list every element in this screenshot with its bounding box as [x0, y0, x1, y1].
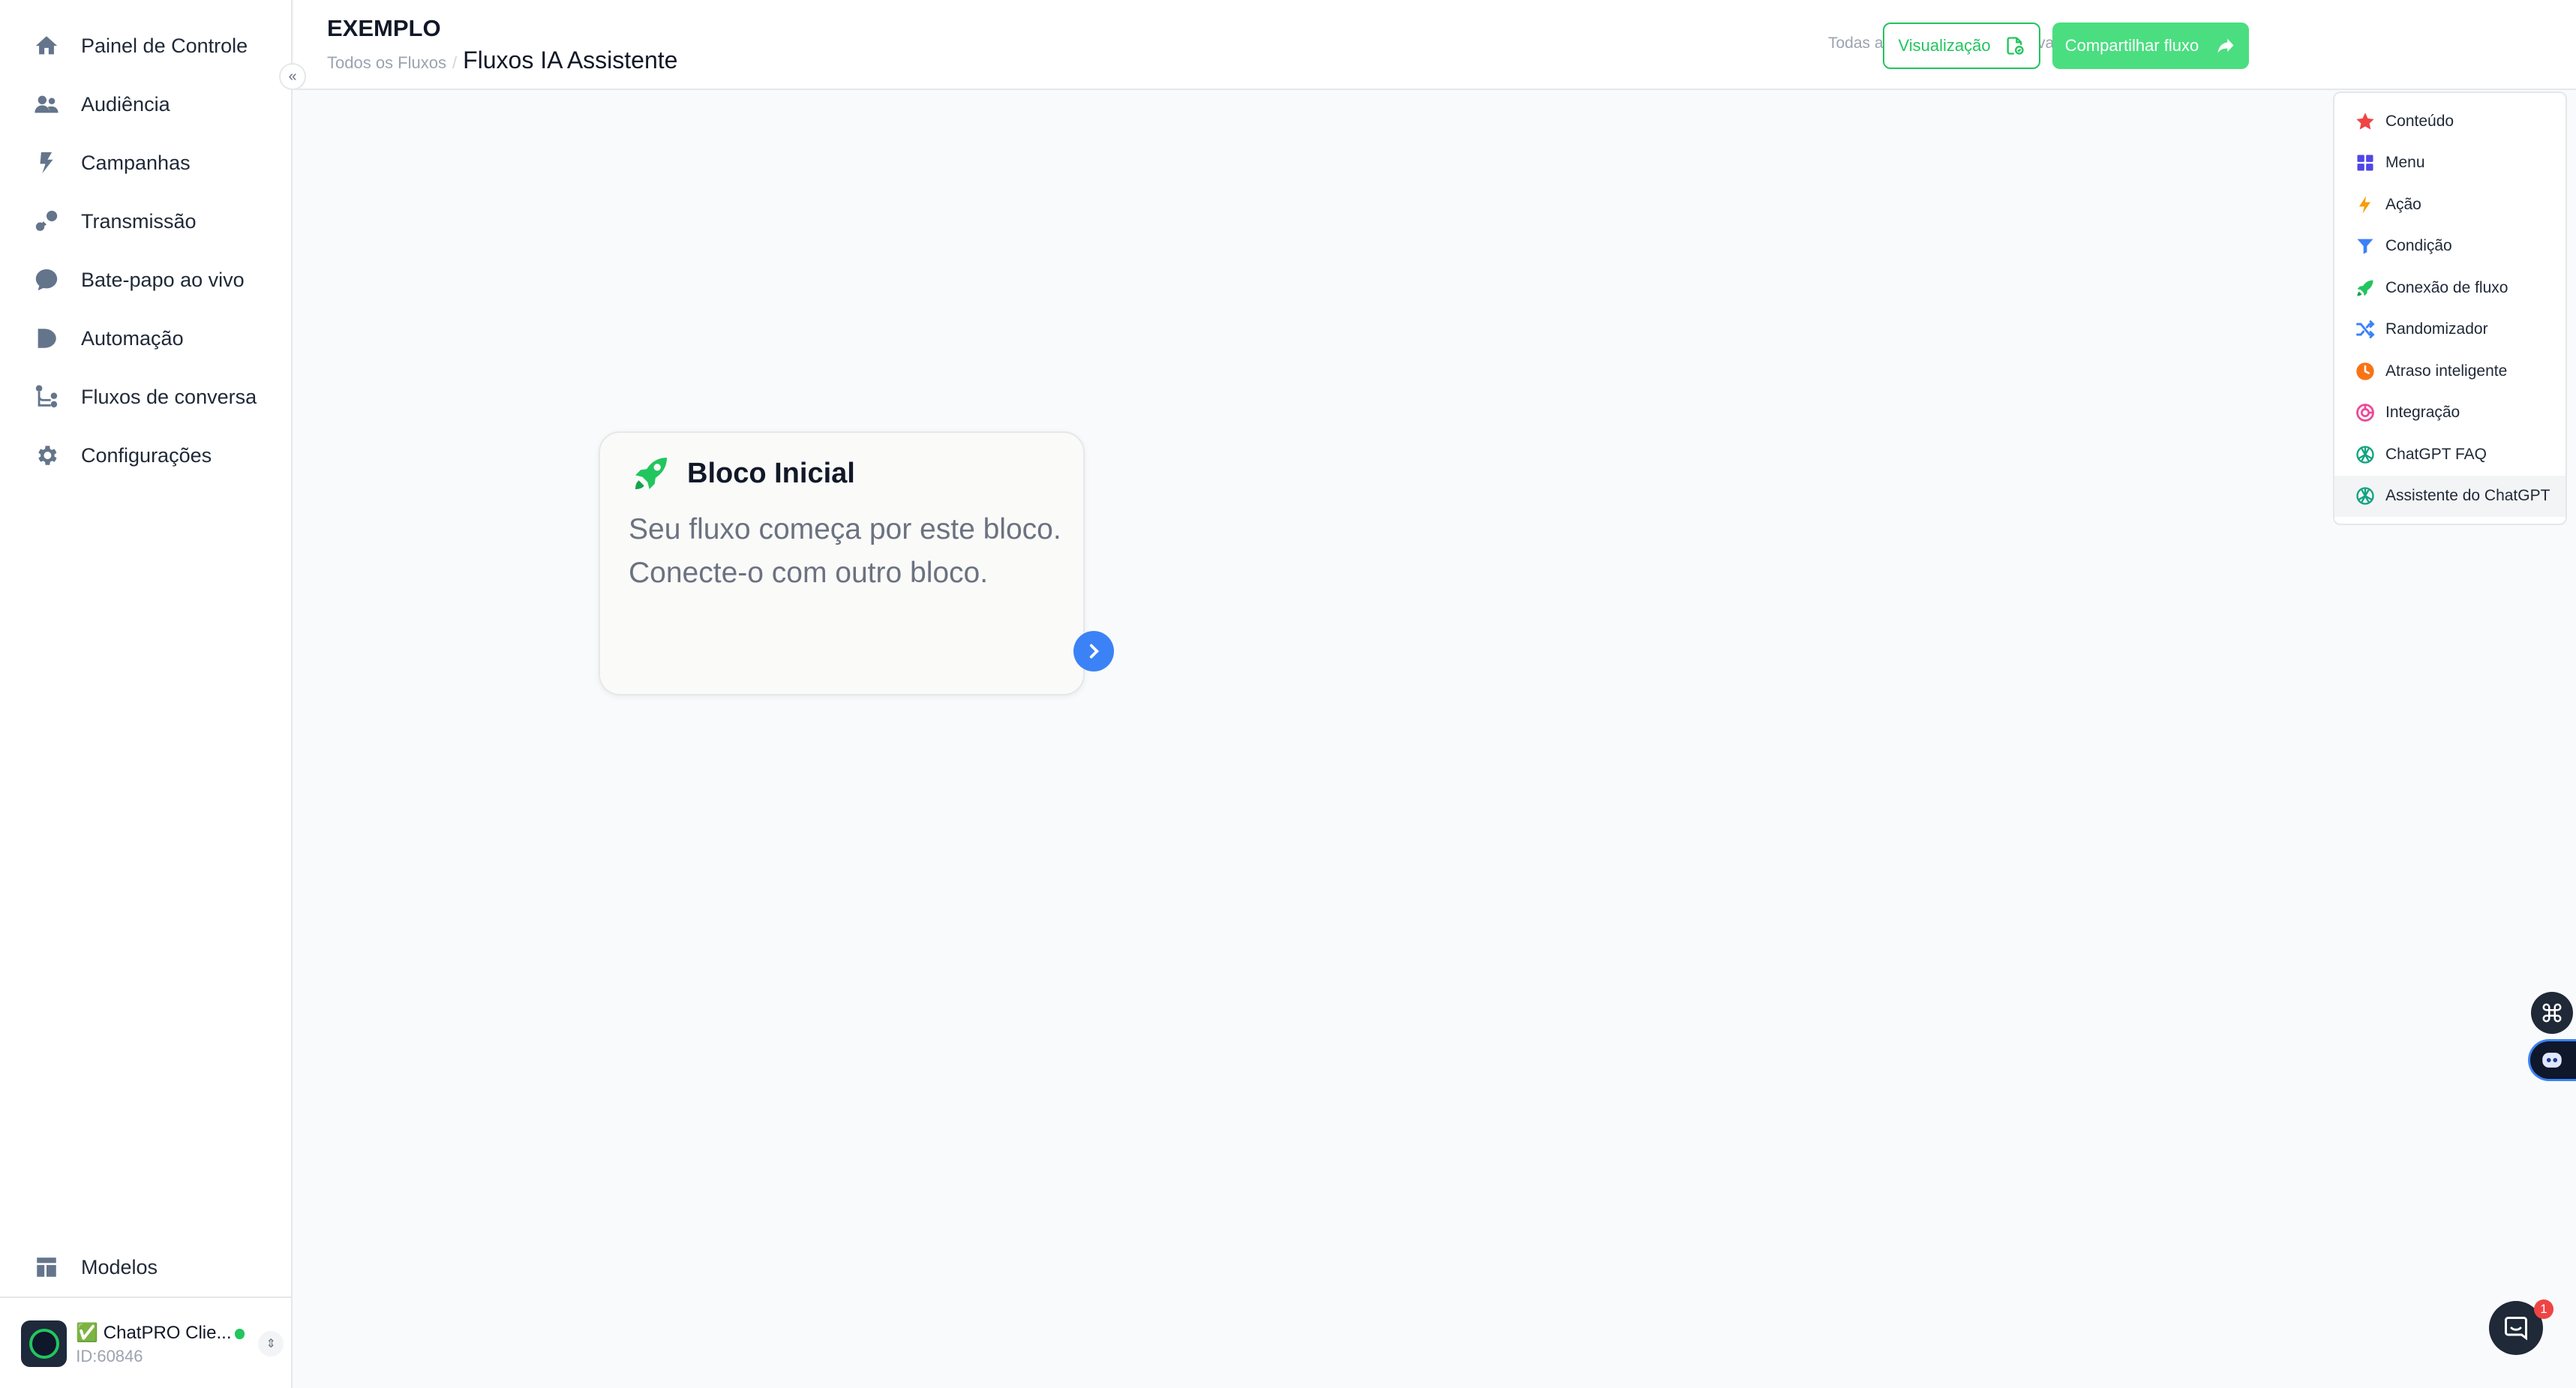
- rocket-icon: [635, 458, 667, 489]
- breadcrumb-link[interactable]: Todos os Fluxos: [327, 53, 446, 73]
- start-block-description: Seu fluxo começa por este bloco. Conecte…: [629, 513, 1061, 589]
- chevron-right-icon: [1089, 644, 1100, 659]
- sidebar-item-fluxos[interactable]: Fluxos de conversa: [0, 368, 293, 426]
- sidebar: Painel de Controle Audiência Campanhas T…: [0, 0, 293, 1388]
- command-widget-button[interactable]: [2531, 992, 2573, 1034]
- notification-badge: 1: [2534, 1299, 2553, 1319]
- flow-canvas[interactable]: [294, 92, 2576, 1388]
- lightning-icon: [2354, 194, 2376, 216]
- breadcrumb: Todos os Fluxos / Fluxos IA Assistente: [327, 47, 677, 74]
- menu-item-label: Conexão de fluxo: [2385, 278, 2508, 296]
- sidebar-item-label: Automação: [81, 326, 184, 350]
- menu-item-atraso-inteligente[interactable]: Atraso inteligente: [2334, 350, 2565, 392]
- star-icon: [2354, 110, 2376, 133]
- account-switcher[interactable]: ✅ ChatPRO Clie... ID:60846 ⇕: [21, 1317, 284, 1370]
- share-flow-button[interactable]: Compartilhar fluxo: [2052, 23, 2249, 69]
- integration-icon: [2354, 401, 2376, 424]
- preview-icon: [2007, 37, 2024, 55]
- menu-item-label: Menu: [2385, 154, 2425, 172]
- sidebar-item-transmissao[interactable]: Transmissão: [0, 192, 293, 251]
- automation-icon: [33, 325, 60, 352]
- openai-icon: [2354, 485, 2376, 507]
- sidebar-item-label: Modelos: [81, 1255, 158, 1278]
- gear-icon: [33, 442, 60, 469]
- breadcrumb-separator: /: [452, 53, 458, 72]
- menu-item-label: Atraso inteligente: [2385, 362, 2508, 380]
- sidebar-item-configuracoes[interactable]: Configurações: [0, 426, 293, 485]
- grid-icon: [2354, 152, 2376, 174]
- block-type-menu: Conteúdo Menu Ação Condição Conexão de f…: [2333, 92, 2567, 525]
- bot-icon: [2542, 1053, 2562, 1068]
- share-button-label: Compartilhar fluxo: [2064, 36, 2199, 55]
- sidebar-item-campanhas[interactable]: Campanhas: [0, 134, 293, 192]
- menu-item-label: Integração: [2385, 404, 2460, 422]
- sidebar-item-label: Campanhas: [81, 151, 191, 174]
- menu-item-label: ChatGPT FAQ: [2385, 445, 2487, 463]
- sidebar-item-audiencia[interactable]: Audiência: [0, 75, 293, 134]
- clock-icon: [2354, 360, 2376, 383]
- broadcast-icon: [33, 208, 60, 235]
- menu-item-conteudo[interactable]: Conteúdo: [2334, 101, 2565, 143]
- menu-item-label: Conteúdo: [2385, 112, 2454, 130]
- chevron-updown-icon[interactable]: ⇕: [258, 1331, 284, 1356]
- command-icon: [2542, 1003, 2562, 1023]
- openai-icon: [2354, 443, 2376, 466]
- menu-item-label: Condição: [2385, 237, 2452, 255]
- chat-icon: [33, 266, 60, 293]
- sidebar-divider: [0, 1296, 293, 1298]
- account-id: ID:60846: [76, 1346, 143, 1365]
- sidebar-item-label: Transmissão: [81, 209, 197, 233]
- filter-icon: [2354, 235, 2376, 257]
- sidebar-item-label: Bate-papo ao vivo: [81, 268, 245, 291]
- menu-item-label: Randomizador: [2385, 320, 2488, 338]
- menu-item-menu[interactable]: Menu: [2334, 143, 2565, 185]
- sidebar-item-label: Audiência: [81, 92, 170, 116]
- preview-button[interactable]: Visualização: [1883, 23, 2040, 69]
- sidebar-item-automacao[interactable]: Automação: [0, 309, 293, 368]
- flow-icon: [33, 383, 60, 410]
- menu-item-assistente-chatgpt[interactable]: Assistente do ChatGPT: [2334, 475, 2565, 517]
- share-icon: [2217, 38, 2234, 53]
- online-status-dot: [234, 1329, 245, 1339]
- rocket-icon: [2354, 277, 2376, 299]
- collapse-sidebar-button[interactable]: «: [279, 63, 306, 90]
- templates-icon: [33, 1254, 60, 1281]
- shuffle-icon: [2354, 318, 2376, 341]
- block-connector-button[interactable]: [1073, 631, 1114, 671]
- sidebar-nav: Painel de Controle Audiência Campanhas T…: [0, 17, 293, 485]
- start-block-title: Bloco Inicial: [687, 457, 855, 489]
- sidebar-item-label: Configurações: [81, 443, 212, 467]
- menu-item-randomizador[interactable]: Randomizador: [2334, 309, 2565, 351]
- home-icon: [33, 32, 60, 59]
- menu-item-chatgpt-faq[interactable]: ChatGPT FAQ: [2334, 434, 2565, 476]
- sidebar-bottom: Modelos: [0, 1238, 293, 1296]
- start-block[interactable]: Bloco Inicial Seu fluxo começa por este …: [599, 431, 1085, 696]
- page-title: EXEMPLO: [327, 15, 441, 41]
- sidebar-item-label: Painel de Controle: [81, 34, 248, 57]
- sidebar-item-modelos[interactable]: Modelos: [0, 1238, 293, 1296]
- sidebar-item-label: Fluxos de conversa: [81, 385, 257, 408]
- bot-widget-button[interactable]: [2528, 1039, 2576, 1081]
- account-name: ✅ ChatPRO Clie...: [76, 1322, 232, 1343]
- bolt-icon: [33, 149, 60, 176]
- menu-item-conexao-de-fluxo[interactable]: Conexão de fluxo: [2334, 267, 2565, 309]
- menu-item-acao[interactable]: Ação: [2334, 184, 2565, 226]
- menu-item-label: Ação: [2385, 195, 2421, 213]
- menu-item-label: Assistente do ChatGPT: [2385, 487, 2550, 505]
- preview-button-label: Visualização: [1898, 36, 1991, 55]
- avatar: [21, 1320, 68, 1367]
- sidebar-item-painel[interactable]: Painel de Controle: [0, 17, 293, 75]
- menu-item-integracao[interactable]: Integração: [2334, 392, 2565, 434]
- users-icon: [33, 91, 60, 118]
- message-icon: [2505, 1317, 2527, 1341]
- account-info: ✅ ChatPRO Clie... ID:60846: [76, 1322, 231, 1366]
- flow-name[interactable]: Fluxos IA Assistente: [463, 47, 677, 74]
- menu-item-condicao[interactable]: Condição: [2334, 226, 2565, 268]
- sidebar-item-bate-papo[interactable]: Bate-papo ao vivo: [0, 251, 293, 309]
- start-block-header: Bloco Inicial: [630, 452, 855, 494]
